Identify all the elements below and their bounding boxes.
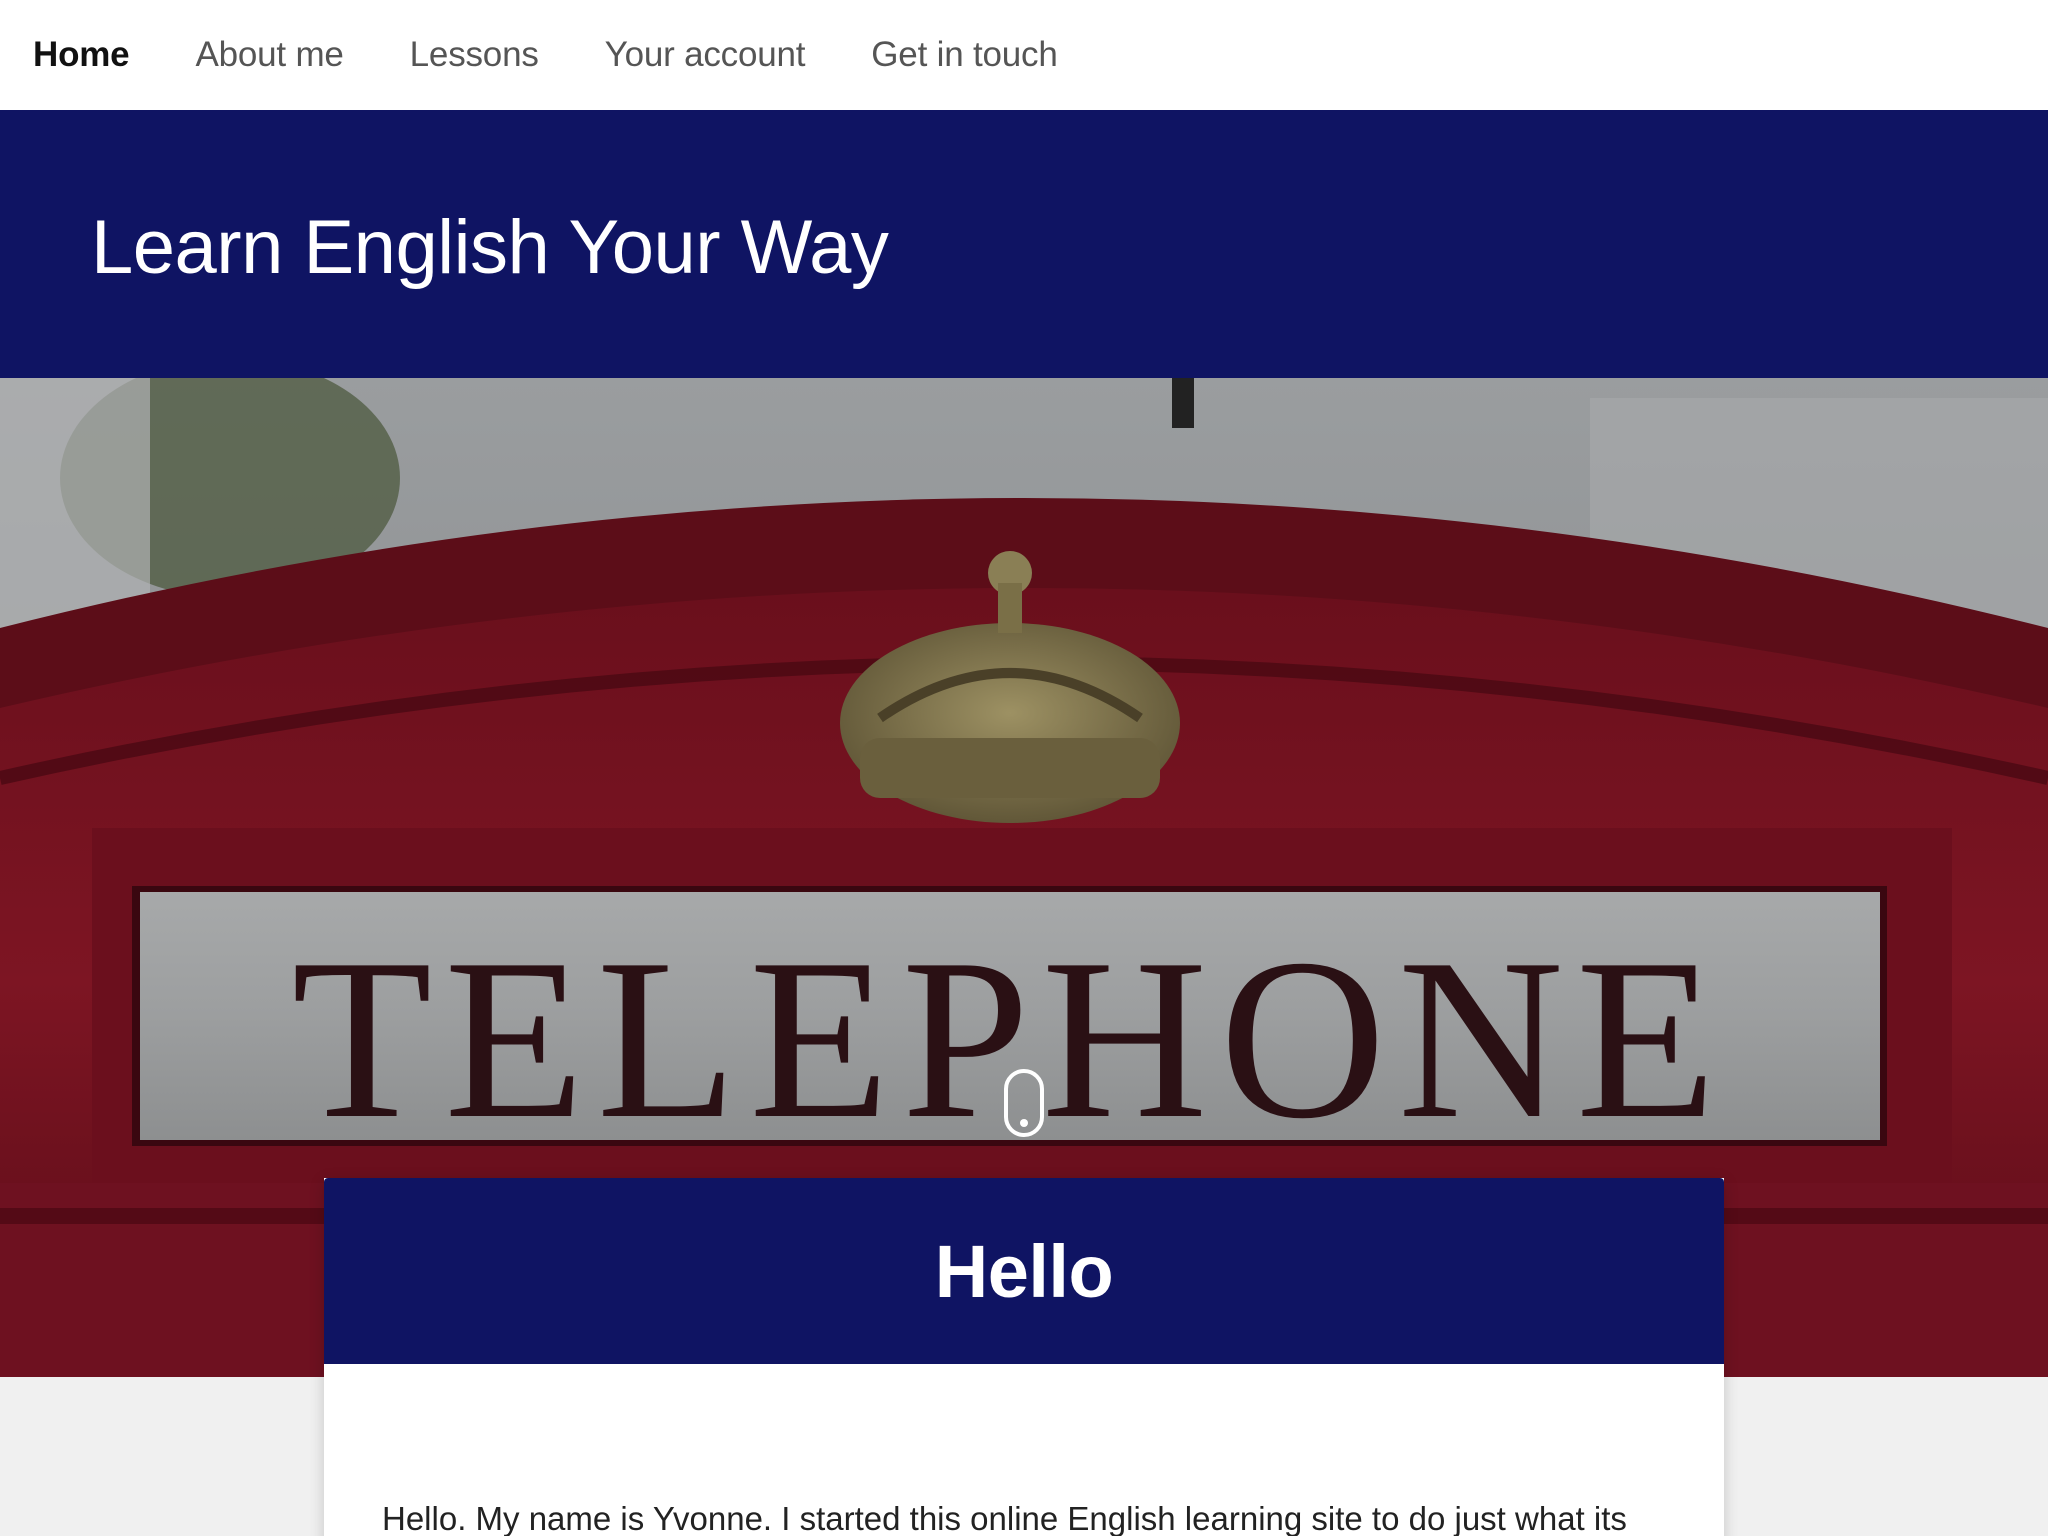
nav-link-your-account[interactable]: Your account: [605, 35, 806, 75]
nav-link-about-me[interactable]: About me: [195, 35, 343, 75]
intro-paragraph: Hello. My name is Yvonne. I started this…: [382, 1500, 1627, 1536]
scroll-down-icon[interactable]: [1004, 1069, 1044, 1137]
top-navigation: Home About me Lessons Your account Get i…: [0, 0, 2048, 110]
card-title: Hello: [934, 1229, 1114, 1313]
nav-link-lessons[interactable]: Lessons: [410, 35, 539, 75]
nav-link-home[interactable]: Home: [33, 35, 130, 75]
nav-link-get-in-touch[interactable]: Get in touch: [871, 35, 1058, 75]
site-title: Learn English Your Way: [91, 205, 889, 290]
card-header: Hello: [324, 1178, 1724, 1364]
scroll-dot-icon: [1020, 1119, 1028, 1127]
card-body: Hello. My name is Yvonne. I started this…: [324, 1500, 1724, 1536]
hello-card: Hello Hello. My name is Yvonne. I starte…: [324, 1178, 1724, 1536]
site-banner: Learn English Your Way: [0, 110, 2048, 378]
